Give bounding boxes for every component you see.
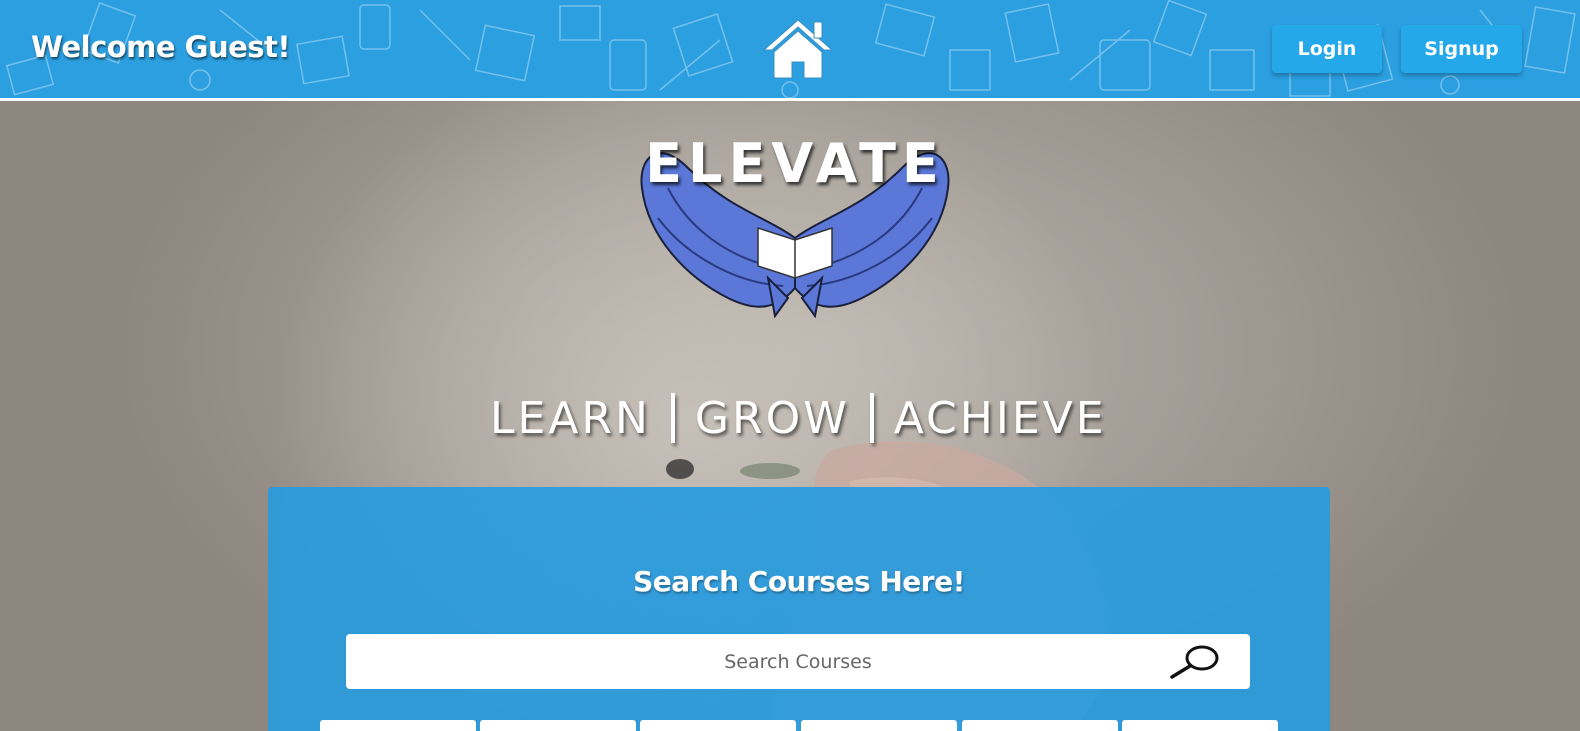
category-tab[interactable] [320, 720, 476, 731]
magnifier-icon[interactable] [1168, 644, 1222, 680]
category-tabs [320, 720, 1280, 731]
search-box [346, 634, 1250, 689]
tagline-separator [869, 393, 874, 443]
category-tab[interactable] [480, 720, 636, 731]
login-button[interactable]: Login [1272, 25, 1382, 73]
category-tab[interactable] [801, 720, 957, 731]
category-tab[interactable] [640, 720, 796, 731]
category-tab[interactable] [962, 720, 1118, 731]
signup-button[interactable]: Signup [1401, 25, 1522, 73]
tagline-grow: GROW [694, 392, 850, 444]
welcome-message: Welcome Guest! [31, 30, 291, 64]
tagline-learn: LEARN [490, 392, 651, 444]
tagline-achieve: ACHIEVE [893, 392, 1107, 444]
elevate-logo: ELEVATE [628, 128, 962, 328]
category-tab[interactable] [1122, 720, 1278, 731]
tagline-separator [670, 393, 675, 443]
tagline: LEARN GROW ACHIEVE [490, 388, 1114, 448]
home-icon[interactable] [762, 18, 834, 80]
search-panel: Search Courses Here! [268, 487, 1330, 731]
logo-title: ELEVATE [645, 132, 945, 195]
top-header: Welcome Guest! Login Signup [0, 0, 1580, 98]
search-title: Search Courses Here! [633, 565, 965, 598]
search-input[interactable] [346, 634, 1250, 689]
